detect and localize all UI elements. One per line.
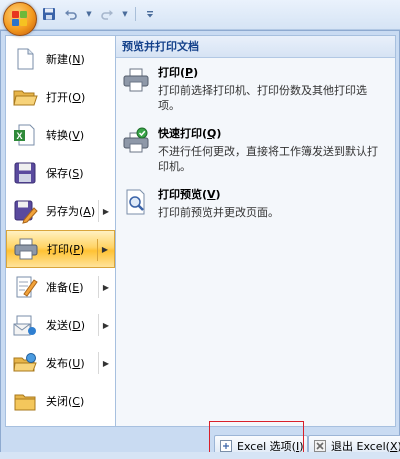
submenu-item-description: 打印前预览并更改页面。 — [158, 206, 279, 219]
menu-item-open[interactable]: 打开(O) — [6, 78, 115, 116]
submenu-item-quick-print[interactable]: 快速打印(Q) 不进行任何更改，直接将工作簿发送到默认打印机。 — [116, 119, 395, 180]
menu-item-send[interactable]: 发送(D) ▶ — [6, 306, 115, 344]
send-mail-icon — [12, 312, 38, 338]
redo-dropdown-icon[interactable]: ▼ — [121, 6, 129, 22]
menu-item-close[interactable]: 关闭(C) — [6, 382, 115, 420]
menu-item-label: 另存为(A) — [46, 205, 96, 218]
office-button[interactable] — [3, 2, 37, 36]
menu-item-label: 关闭(C) — [46, 395, 85, 408]
save-disk-icon — [12, 160, 38, 186]
menu-item-print[interactable]: 打印(P) ▶ — [6, 230, 115, 268]
menu-item-new[interactable]: 新建(N) — [6, 40, 115, 78]
printer-icon — [13, 236, 39, 262]
menu-item-label: 转换(V) — [46, 129, 85, 142]
convert-excel-icon: X — [12, 122, 38, 148]
submenu-arrow-icon[interactable]: ▶ — [103, 359, 109, 368]
menu-item-publish[interactable]: 发布(U) ▶ — [6, 344, 115, 382]
menu-item-label: 保存(S) — [46, 167, 84, 180]
quick-print-icon — [122, 127, 150, 155]
menu-item-label: 准备(E) — [46, 281, 84, 294]
menu-item-label: 打印(P) — [47, 243, 85, 256]
print-submenu-panel: 预览并打印文档 打印(P) 打印前选择打印机、打印份数及其他打印选项。 快速打印… — [116, 35, 396, 427]
open-folder-icon — [12, 84, 38, 110]
window-bottom-strip — [0, 452, 400, 459]
publish-folder-icon — [12, 350, 38, 376]
save-icon[interactable] — [41, 6, 57, 22]
submenu-item-title: 打印(P) — [158, 66, 199, 79]
submenu-arrow-icon[interactable]: ▶ — [103, 283, 109, 292]
new-document-icon — [12, 46, 38, 72]
svg-text:X: X — [16, 131, 22, 141]
submenu-arrow-icon[interactable]: ▶ — [102, 245, 108, 254]
submenu-item-print[interactable]: 打印(P) 打印前选择打印机、打印份数及其他打印选项。 — [116, 58, 395, 119]
menu-item-label: 打开(O) — [46, 91, 86, 104]
submenu-item-description: 不进行任何更改，直接将工作簿发送到默认打印机。 — [158, 145, 378, 173]
undo-icon[interactable] — [63, 6, 79, 22]
submenu-item-title: 快速打印(Q) — [158, 127, 222, 140]
office-menu: 新建(N) 打开(O) X 转换(V) 保存(S) 另存为(A) ▶ 打印(P)… — [0, 30, 400, 459]
menu-item-prepare[interactable]: 准备(E) ▶ — [6, 268, 115, 306]
prepare-document-icon — [12, 274, 38, 300]
undo-dropdown-icon[interactable]: ▼ — [85, 6, 93, 22]
redo-icon[interactable] — [99, 6, 115, 22]
customize-toolbar-icon[interactable] — [142, 6, 158, 22]
submenu-item-print-preview[interactable]: 打印预览(V) 打印前预览并更改页面。 — [116, 180, 395, 236]
save-as-icon — [12, 198, 38, 224]
office-menu-commands: 新建(N) 打开(O) X 转换(V) 保存(S) 另存为(A) ▶ 打印(P)… — [5, 35, 116, 427]
printer-icon — [122, 66, 150, 94]
office-logo-icon — [12, 11, 28, 27]
menu-item-label: 发送(D) — [46, 319, 86, 332]
toolbar-divider — [135, 7, 136, 21]
exit-icon — [313, 439, 327, 453]
close-folder-icon — [12, 388, 38, 414]
menu-item-label: 新建(N) — [46, 53, 85, 66]
quick-access-toolbar: ▼ ▼ — [41, 5, 158, 23]
menu-item-save[interactable]: 保存(S) — [6, 154, 115, 192]
menu-item-label: 发布(U) — [46, 357, 85, 370]
quick-access-toolbar-strip: ▼ ▼ — [0, 0, 400, 30]
submenu-arrow-icon[interactable]: ▶ — [103, 321, 109, 330]
print-preview-icon — [122, 188, 150, 216]
panel-heading: 预览并打印文档 — [116, 36, 395, 58]
submenu-item-title: 打印预览(V) — [158, 188, 221, 201]
submenu-item-description: 打印前选择打印机、打印份数及其他打印选项。 — [158, 84, 367, 112]
menu-item-convert[interactable]: X 转换(V) — [6, 116, 115, 154]
menu-item-save-as[interactable]: 另存为(A) ▶ — [6, 192, 115, 230]
submenu-arrow-icon[interactable]: ▶ — [103, 207, 109, 216]
